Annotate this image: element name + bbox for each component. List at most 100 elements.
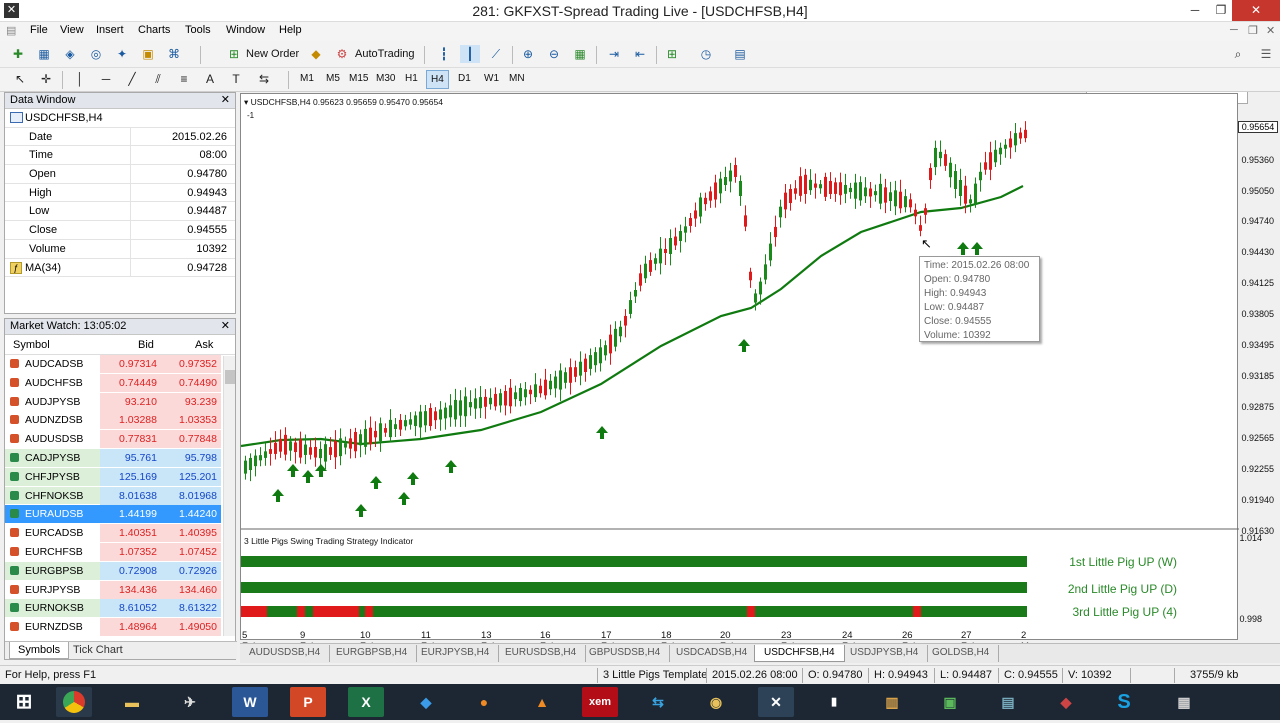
data-window-icon[interactable]: ◎ xyxy=(86,45,106,63)
evernote-icon[interactable]: ▣ xyxy=(932,687,968,717)
mt4-icon[interactable]: ✕ xyxy=(758,687,794,717)
new-order-icon[interactable]: ⊞ xyxy=(224,45,244,63)
templates-icon[interactable]: ▤ xyxy=(730,45,750,63)
xem-icon[interactable]: xem xyxy=(582,687,618,717)
bar-chart-icon[interactable]: ┇ xyxy=(434,45,454,63)
shapes-icon[interactable]: ⇆ xyxy=(254,70,274,88)
chart-tab[interactable]: GBPUSDSB,H4 xyxy=(580,645,671,662)
chart-tab[interactable]: EURJPYSB,H4 xyxy=(412,645,500,662)
menu-charts[interactable]: Charts xyxy=(138,24,170,36)
market-watch-row[interactable]: CHFNOKSB 8.01638 8.01968 xyxy=(5,486,221,506)
terminal-icon[interactable]: ▣ xyxy=(138,45,158,63)
chart-tab[interactable]: EURUSDSB,H4 xyxy=(496,645,587,662)
tf-w1[interactable]: W1 xyxy=(484,73,499,84)
market-watch-row[interactable]: EURNOKSB 8.61052 8.61322 xyxy=(5,599,221,619)
chart-tab[interactable]: GOLDSB,H4 xyxy=(923,645,1000,662)
market-watch-row[interactable]: AUDJPYSB 93.210 93.239 xyxy=(5,392,221,412)
menu-file[interactable]: File xyxy=(30,24,48,36)
tf-h4[interactable]: H4 xyxy=(426,70,449,89)
menu-insert[interactable]: Insert xyxy=(96,24,124,36)
chrome-icon[interactable] xyxy=(56,687,92,717)
explorer-icon[interactable]: ▬ xyxy=(114,687,150,717)
tf-m5[interactable]: M5 xyxy=(326,73,340,84)
autotrading-icon[interactable]: ⚙ xyxy=(332,45,352,63)
windows-start-icon[interactable]: ⊞ xyxy=(6,687,42,717)
market-watch-row[interactable]: AUDCHFSB 0.74449 0.74490 xyxy=(5,373,221,393)
books-icon[interactable]: ▥ xyxy=(874,687,910,717)
tf-m15[interactable]: M15 xyxy=(349,73,368,84)
app-red-icon[interactable]: ◆ xyxy=(1048,687,1084,717)
line-chart-icon[interactable]: ⟋ xyxy=(486,45,506,63)
vertical-line-icon[interactable]: │ xyxy=(70,70,90,88)
market-watch-row[interactable]: EURAUDSB 1.44199 1.44240 xyxy=(5,505,221,525)
market-watch-row[interactable]: EURCHFSB 1.07352 1.07452 xyxy=(5,542,221,562)
meta-editor-icon[interactable]: ◆ xyxy=(306,45,326,63)
col-symbol[interactable]: Symbol xyxy=(13,339,50,351)
chart-tab[interactable]: EURGBPSB,H4 xyxy=(327,645,418,662)
teamviewer-icon[interactable]: ⇆ xyxy=(640,687,676,717)
powerpoint-icon[interactable]: P xyxy=(290,687,326,717)
chart-tab[interactable]: AUDUSDSB,H4 xyxy=(240,645,331,662)
market-watch-row[interactable]: AUDCADSB 0.97314 0.97352 xyxy=(5,355,221,374)
tester-icon[interactable]: ⌘ xyxy=(164,45,184,63)
market-watch-row[interactable]: EURJPYSB 134.436 134.460 xyxy=(5,580,221,600)
channel-icon[interactable]: ⫽ xyxy=(148,70,168,88)
market-watch-row[interactable]: EURGBPSB 0.72908 0.72926 xyxy=(5,561,221,581)
chart-tab[interactable]: USDCHFSB,H4 xyxy=(754,645,845,662)
col-bid[interactable]: Bid xyxy=(138,339,154,351)
close-button[interactable]: ✕ xyxy=(1232,0,1280,21)
new-chart-icon[interactable]: ✚ xyxy=(8,45,28,63)
firefox-icon[interactable]: ● xyxy=(466,687,502,717)
zoom-out-icon[interactable]: ⊖ xyxy=(544,45,564,63)
autoscroll-icon[interactable]: ⇤ xyxy=(630,45,650,63)
candlestick-icon[interactable]: ┃ xyxy=(460,45,480,63)
tab-symbols[interactable]: Symbols xyxy=(9,642,70,659)
market-watch-row[interactable]: EURCADSB 1.40351 1.40395 xyxy=(5,524,221,543)
market-watch-row[interactable]: AUDNZDSB 1.03288 1.03353 xyxy=(5,411,221,431)
settings-icon[interactable]: ▦ xyxy=(1166,687,1202,717)
network-icon[interactable]: ▤ xyxy=(990,687,1026,717)
word-icon[interactable]: W xyxy=(232,687,268,717)
close-icon[interactable]: ✕ xyxy=(221,93,230,108)
crosshair-icon[interactable]: ✛ xyxy=(36,70,56,88)
market-watch-row[interactable]: AUDUSDSB 0.77831 0.77848 xyxy=(5,430,221,449)
tf-h1[interactable]: H1 xyxy=(405,73,418,84)
chart-window[interactable]: ▾ USDCHFSB,H4 0.95623 0.95659 0.95470 0.… xyxy=(240,93,1239,640)
mdi-close-icon[interactable]: ✕ xyxy=(1266,24,1275,37)
close-icon[interactable]: ✕ xyxy=(221,319,230,334)
kindle-icon[interactable]: ▮ xyxy=(816,687,852,717)
market-watch-row[interactable]: CADJPYSB 95.761 95.798 xyxy=(5,448,221,468)
tf-d1[interactable]: D1 xyxy=(458,73,471,84)
trendline-icon[interactable]: ╱ xyxy=(122,70,142,88)
excel-icon[interactable]: X xyxy=(348,687,384,717)
zoom-in-icon[interactable]: ⊕ xyxy=(518,45,538,63)
new-order-button[interactable]: New Order xyxy=(246,48,299,60)
chart-tab[interactable]: USDJPYSB,H4 xyxy=(841,645,929,662)
fibonacci-icon[interactable]: ≡ xyxy=(174,70,194,88)
community-icon[interactable]: ☰ xyxy=(1256,45,1276,63)
tf-m1[interactable]: M1 xyxy=(300,73,314,84)
menu-window[interactable]: Window xyxy=(226,24,265,36)
tile-windows-icon[interactable]: ▦ xyxy=(570,45,590,63)
label-icon[interactable]: T xyxy=(226,70,246,88)
tf-m30[interactable]: M30 xyxy=(376,73,395,84)
market-watch-row[interactable]: EURNZDSB 1.48964 1.49050 xyxy=(5,618,221,637)
tf-mn[interactable]: MN xyxy=(509,73,525,84)
audio-icon[interactable]: ◉ xyxy=(698,687,734,717)
vlc-icon[interactable]: ▲ xyxy=(524,687,560,717)
chart-shift-icon[interactable]: ⇥ xyxy=(604,45,624,63)
doc-icon[interactable]: ▤ xyxy=(6,24,16,37)
scrollbar-thumb[interactable] xyxy=(225,370,235,384)
dropbox-icon[interactable]: ◆ xyxy=(408,687,444,717)
mdi-minimize-icon[interactable]: ─ xyxy=(1230,24,1238,36)
navigator-icon[interactable]: ✦ xyxy=(112,45,132,63)
market-watch-icon[interactable]: ◈ xyxy=(60,45,80,63)
chart-tab[interactable]: USDCADSB,H4 xyxy=(667,645,758,662)
text-icon[interactable]: A xyxy=(200,70,220,88)
market-watch-row[interactable]: CHFJPYSB 125.169 125.201 xyxy=(5,467,221,487)
mdi-restore-icon[interactable]: ❐ xyxy=(1248,24,1258,37)
periods-icon[interactable]: ◷ xyxy=(696,45,716,63)
skype-icon[interactable]: S xyxy=(1106,687,1142,717)
cursor-icon[interactable]: ↖ xyxy=(10,70,30,88)
menu-help[interactable]: Help xyxy=(279,24,302,36)
